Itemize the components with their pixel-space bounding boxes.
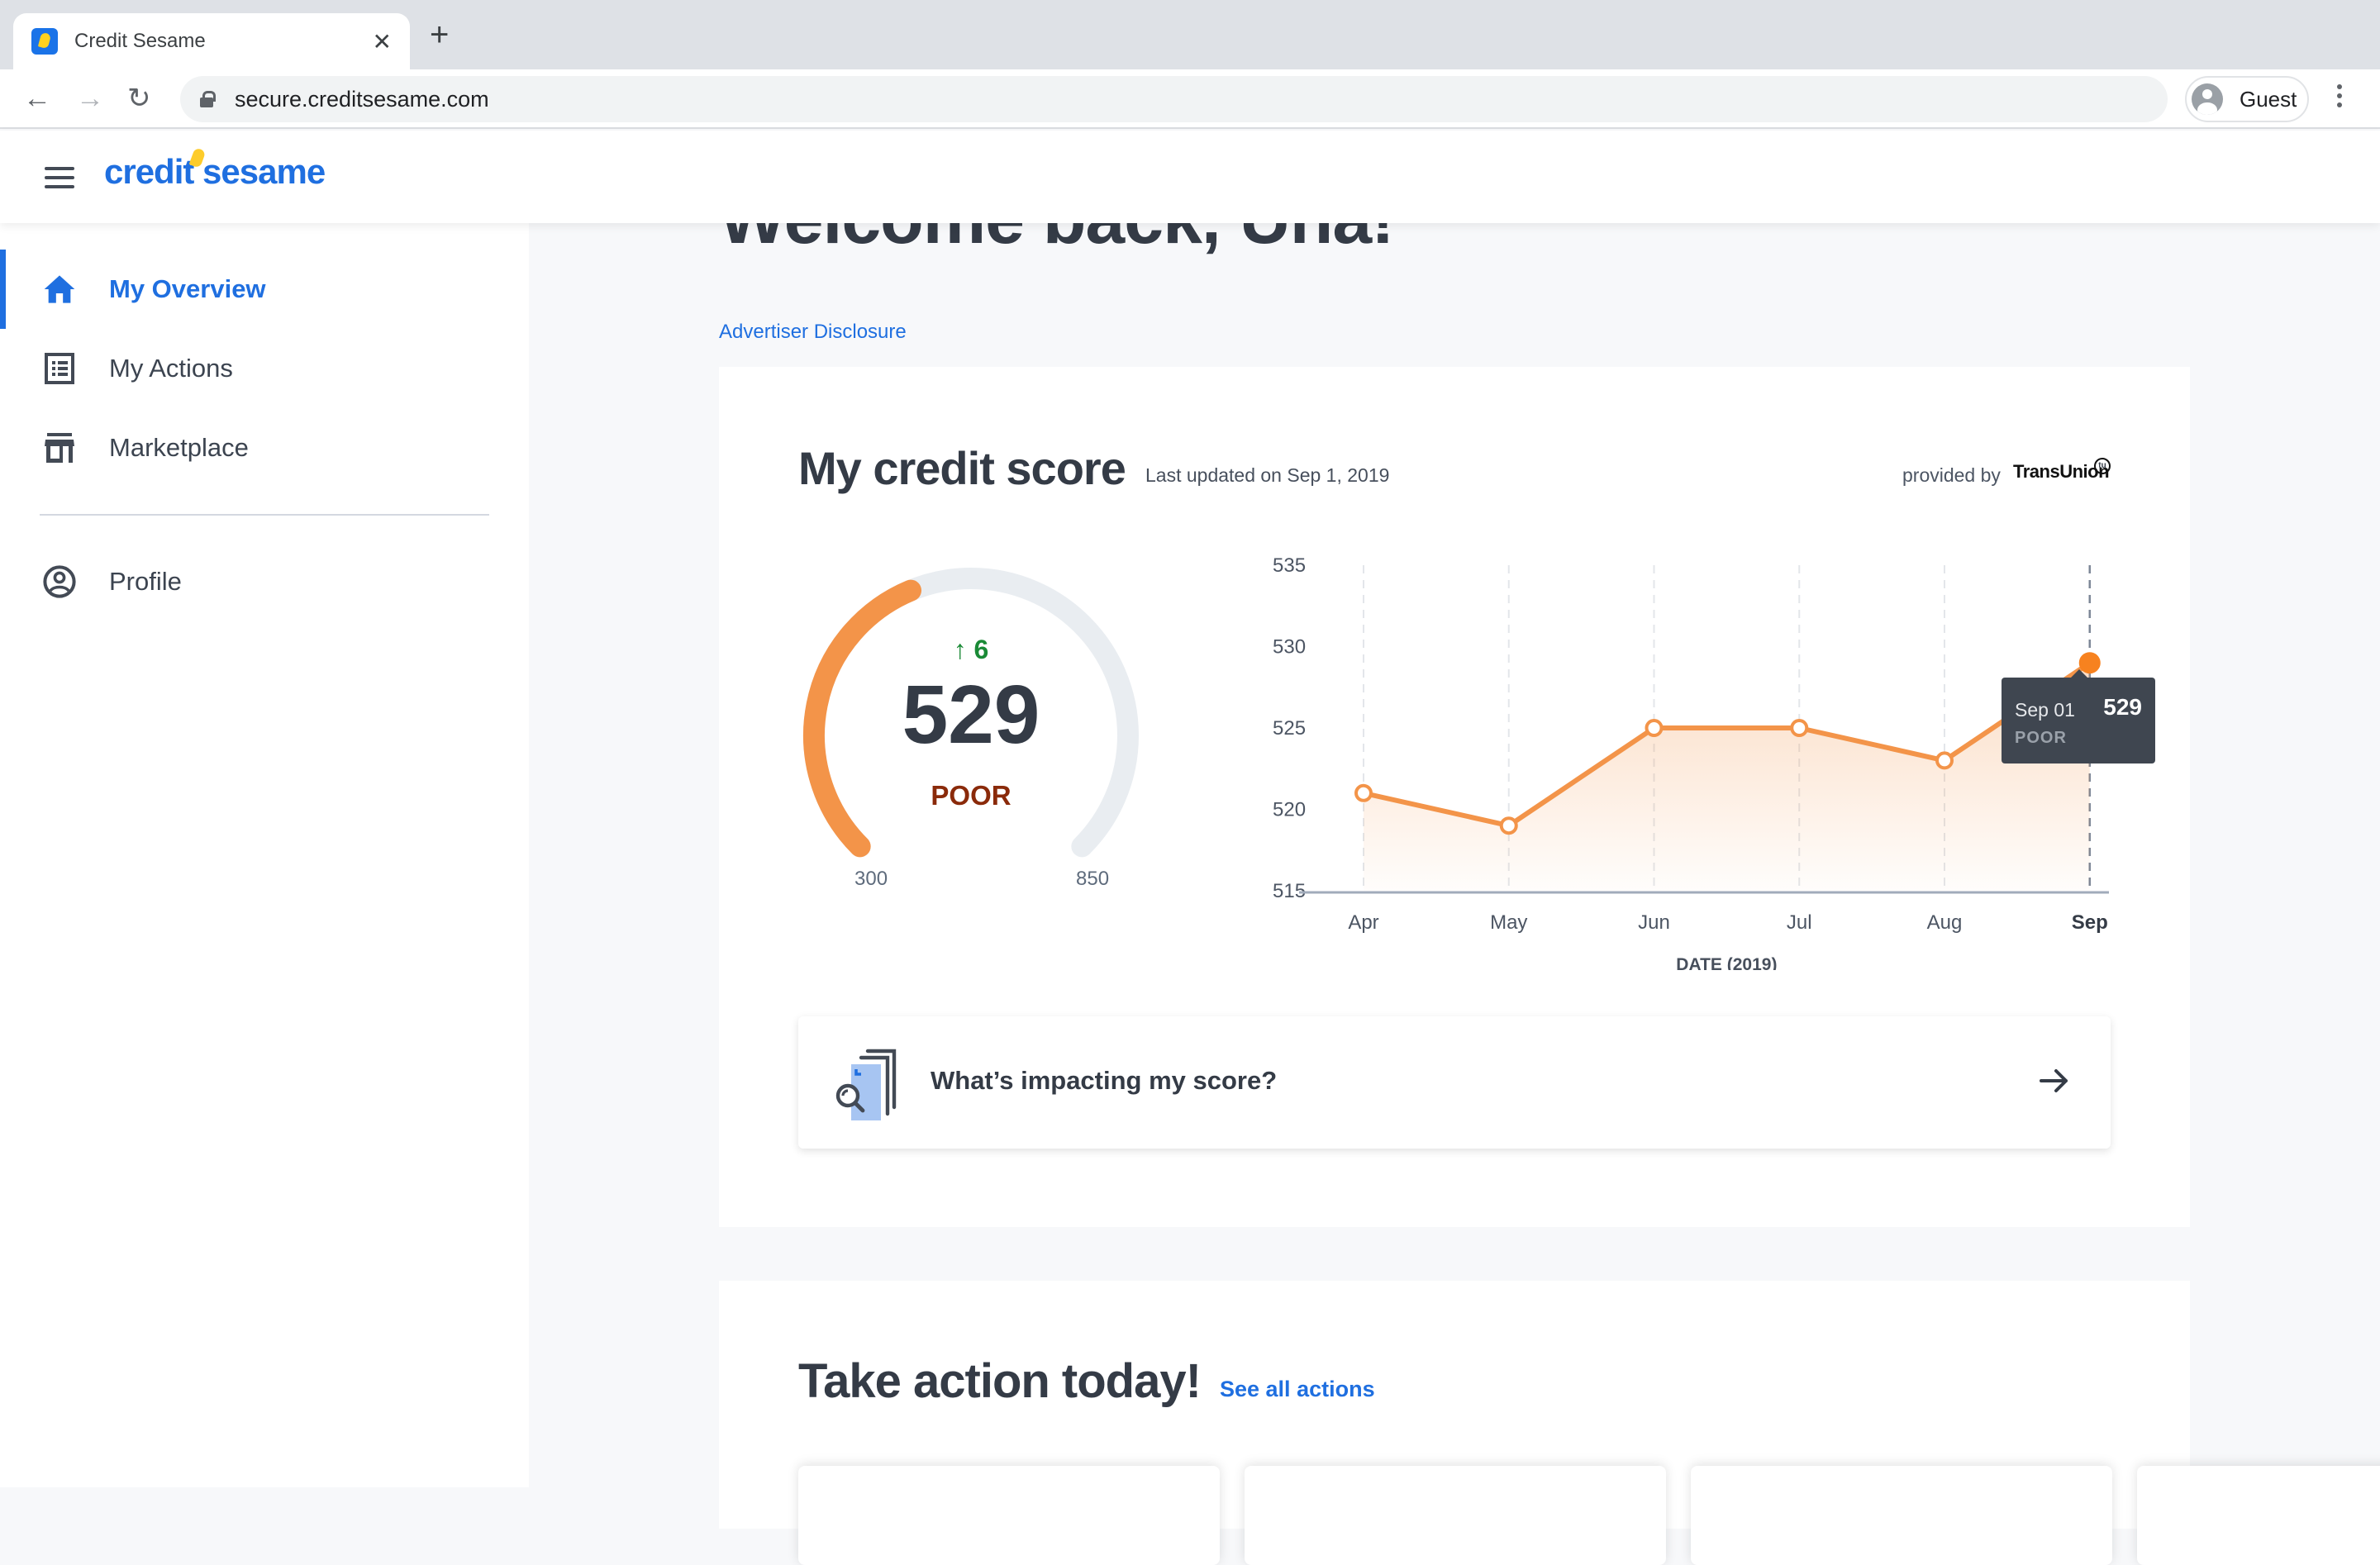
tooltip-rating: POOR bbox=[2015, 729, 2067, 747]
sidebar-item-label: Marketplace bbox=[109, 433, 249, 462]
guest-profile-button[interactable]: Guest bbox=[2185, 76, 2309, 122]
hamburger-menu-icon[interactable] bbox=[45, 167, 74, 194]
new-tab-icon[interactable]: + bbox=[430, 18, 449, 51]
url-text: secure.creditsesame.com bbox=[235, 86, 489, 112]
credit-score-title: My credit score bbox=[798, 442, 1126, 494]
y-tick-label: 535 bbox=[1273, 554, 1306, 577]
provided-by-text: provided by bbox=[1902, 464, 2001, 486]
chart-tooltip: Sep 01 529 POOR bbox=[2002, 669, 2155, 763]
arrow-right-icon bbox=[2038, 1064, 2071, 1097]
y-tick-label: 530 bbox=[1273, 636, 1306, 659]
guest-avatar-icon bbox=[2192, 83, 2223, 115]
area-fill bbox=[1364, 663, 2090, 891]
sidebar-divider bbox=[40, 514, 489, 516]
sidebar-item-my-actions[interactable]: My Actions bbox=[0, 329, 529, 408]
x-tick-label: Apr bbox=[1348, 911, 1378, 934]
sidebar-item-marketplace[interactable]: Marketplace bbox=[0, 408, 529, 488]
forward-arrow-icon[interactable]: → bbox=[76, 84, 104, 112]
x-tick-label: Aug bbox=[1927, 911, 1963, 934]
browser-tab-bar: Credit Sesame ✕ + bbox=[0, 0, 2380, 69]
sidebar: My Overview My Actions Marketplace Profi… bbox=[0, 223, 529, 1487]
x-tick-label: Jul bbox=[1787, 911, 1812, 934]
action-card[interactable] bbox=[798, 1466, 1220, 1565]
data-point bbox=[1790, 719, 1809, 737]
documents-search-icon bbox=[826, 1041, 909, 1124]
store-icon bbox=[41, 430, 78, 466]
credit-score-rating: POOR bbox=[931, 780, 1011, 811]
transunion-mark-icon: tu bbox=[2094, 458, 2111, 474]
tooltip-date: Sep 01 bbox=[2015, 699, 2075, 721]
sidebar-item-label: Profile bbox=[109, 567, 182, 596]
browser-tab[interactable]: Credit Sesame ✕ bbox=[13, 13, 410, 69]
back-arrow-icon[interactable]: ← bbox=[23, 84, 51, 112]
data-point bbox=[1935, 751, 1954, 770]
address-bar: ← → ↻ secure.creditsesame.com Guest bbox=[0, 69, 2380, 129]
score-gauge: ↑ 6 529 POOR 300 850 bbox=[785, 552, 1157, 916]
x-tick-label: Jun bbox=[1638, 911, 1670, 934]
take-action-card: Take action today! See all actions bbox=[719, 1281, 2380, 1565]
gauge-max-label: 850 bbox=[1076, 868, 1110, 890]
reload-icon[interactable]: ↻ bbox=[127, 84, 151, 112]
guest-label: Guest bbox=[2240, 86, 2297, 112]
home-icon bbox=[41, 271, 78, 307]
advertiser-disclosure-link[interactable]: Advertiser Disclosure bbox=[719, 321, 907, 344]
tab-close-icon[interactable]: ✕ bbox=[373, 28, 392, 55]
see-all-actions-link[interactable]: See all actions bbox=[1220, 1377, 1375, 1402]
app-header: credit sesame bbox=[0, 131, 2380, 223]
credit-score-card: My credit score Last updated on Sep 1, 2… bbox=[719, 367, 2190, 1227]
sidebar-item-label: My Overview bbox=[109, 274, 266, 303]
action-card[interactable] bbox=[1245, 1466, 1666, 1565]
data-point bbox=[1354, 783, 1373, 802]
action-card[interactable] bbox=[1691, 1466, 2112, 1565]
x-axis-label: DATE (2019) bbox=[1676, 955, 1777, 970]
last-updated-text: Last updated on Sep 1, 2019 bbox=[1145, 464, 1390, 486]
sidebar-item-label: My Actions bbox=[109, 354, 233, 383]
logo-text: credit sesame bbox=[104, 152, 326, 191]
y-tick-label: 525 bbox=[1273, 717, 1306, 740]
score-change-value: 6 bbox=[973, 635, 989, 664]
url-input[interactable]: secure.creditsesame.com bbox=[180, 76, 2168, 122]
user-circle-icon bbox=[41, 564, 78, 600]
whats-impacting-score-button[interactable]: What’s impacting my score? bbox=[798, 1016, 2111, 1149]
lock-icon bbox=[200, 91, 216, 107]
y-tick-label: 520 bbox=[1273, 799, 1306, 821]
impact-label: What’s impacting my score? bbox=[931, 1066, 1278, 1095]
sidebar-item-profile[interactable]: Profile bbox=[0, 542, 529, 621]
x-tick-label: Sep bbox=[2072, 911, 2108, 934]
gauge-min-label: 300 bbox=[854, 868, 888, 890]
arrow-up-icon: ↑ bbox=[953, 635, 967, 664]
credit-score-value: 529 bbox=[902, 668, 1040, 761]
take-action-title: Take action today! bbox=[798, 1354, 1202, 1408]
sidebar-item-my-overview[interactable]: My Overview bbox=[0, 250, 529, 329]
tab-title: Credit Sesame bbox=[74, 30, 206, 52]
browser-menu-icon[interactable] bbox=[2337, 84, 2344, 112]
credit-sesame-favicon-icon bbox=[31, 28, 58, 55]
x-tick-label: May bbox=[1490, 911, 1527, 934]
credit-sesame-logo[interactable]: credit sesame bbox=[104, 147, 326, 192]
data-point bbox=[1499, 816, 1518, 835]
action-card[interactable] bbox=[2137, 1466, 2380, 1565]
data-point bbox=[1645, 719, 1664, 737]
score-change: ↑ 6 bbox=[785, 635, 1157, 665]
tooltip-value: 529 bbox=[2103, 694, 2142, 720]
list-icon bbox=[41, 350, 78, 387]
